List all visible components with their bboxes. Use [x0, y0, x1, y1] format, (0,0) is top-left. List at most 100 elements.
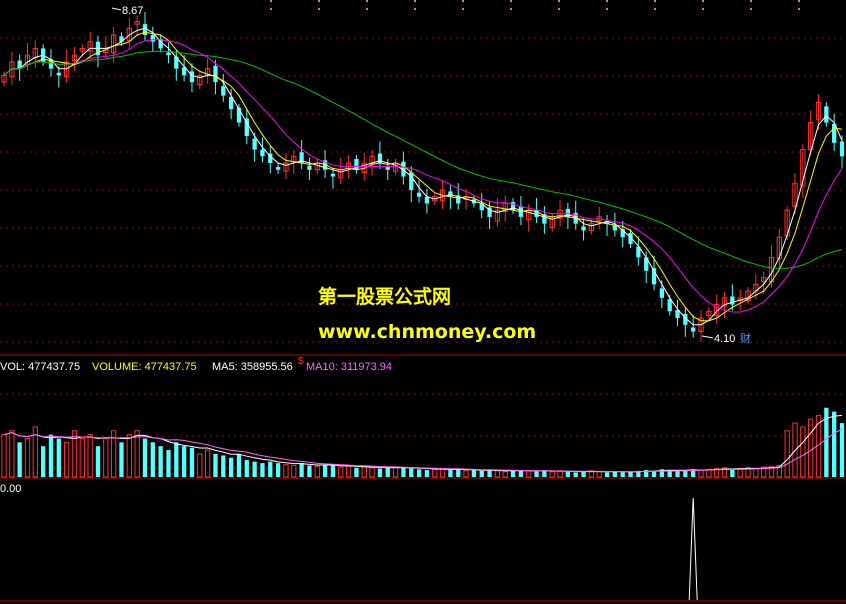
grid-marker: [510, 8, 512, 10]
volume-bar-down: [228, 457, 234, 477]
volume-bar-up: [103, 438, 109, 478]
volume-bar-down: [275, 463, 281, 477]
volume-bar-down: [330, 465, 336, 477]
volume-bar-down: [839, 423, 845, 477]
volume-bar-down: [409, 468, 414, 477]
candle-down: [221, 86, 226, 96]
volume-bar-down: [322, 464, 328, 477]
volume-bar-down: [95, 446, 101, 477]
volume-bar-up: [432, 468, 438, 478]
ma10-label: MA10: 311973.94: [306, 361, 392, 373]
watermark-title: 第一股票公式网: [318, 285, 451, 308]
volume-bar-up: [314, 465, 320, 478]
low-pointer: [701, 335, 714, 339]
candle-down: [213, 65, 218, 83]
volume-bar-up: [439, 468, 446, 478]
volume-bar-down: [424, 470, 430, 477]
grid-marker: [654, 8, 656, 10]
candle-down: [260, 149, 265, 157]
volume-bar-down: [456, 469, 461, 477]
candle-down: [244, 118, 249, 137]
candle-down: [385, 167, 390, 170]
volume-bar-down: [573, 472, 578, 477]
volume-bar-down: [385, 467, 390, 477]
volume-bar-down: [268, 461, 273, 477]
grid-marker: [606, 0, 608, 2]
candle-down: [56, 72, 61, 76]
indicator-spike: [688, 497, 698, 601]
candle-down: [330, 173, 336, 177]
candle-down: [659, 288, 665, 298]
volume-bar-down: [730, 469, 735, 477]
candle-down: [510, 202, 516, 211]
volume-bar-down: [832, 411, 837, 477]
volume-bar-down: [307, 465, 312, 477]
candle-down: [252, 138, 257, 150]
volume-bar-down: [41, 446, 46, 477]
candle-down: [307, 165, 312, 170]
candle-down: [667, 299, 672, 312]
volume-bar-up: [494, 470, 501, 478]
grid-marker: [414, 0, 416, 2]
indicator-panel: [688, 497, 698, 601]
grid-marker: [462, 8, 464, 10]
candle-down: [730, 296, 735, 305]
volume-bar-down: [628, 471, 633, 477]
grid-marker: [750, 0, 752, 2]
volume-ma-line: [3, 414, 843, 473]
ma-line: [3, 27, 843, 326]
candle-down: [275, 167, 281, 170]
candle-down: [166, 52, 171, 56]
grid-marker: [510, 0, 512, 2]
volume-panel: [1, 407, 845, 478]
volume-bar-down: [448, 470, 453, 477]
volume-bar-down: [244, 460, 249, 477]
volume-bar-down: [479, 470, 484, 477]
volume-bar-up: [698, 469, 704, 478]
grid-marker: [606, 8, 608, 10]
volume-bar-down: [17, 442, 22, 477]
volume-bar-up: [79, 438, 85, 478]
volume-bar-down: [401, 467, 406, 477]
candle-down: [424, 196, 430, 204]
volume-bar-up: [204, 449, 211, 478]
volume-ma-line: [3, 428, 843, 473]
volume-bar-up: [808, 418, 814, 478]
grid-marker: [318, 8, 320, 10]
volume-bar-down: [221, 455, 226, 477]
volume-bar-down: [174, 442, 179, 477]
volume-bar-down: [612, 471, 618, 477]
indicator-label: 0.00: [0, 483, 21, 495]
volume-bar-up: [800, 426, 806, 478]
volume-bar-down: [181, 446, 187, 477]
chart-canvas: 8.67 4.10 财 $ 第一股票公式网 www.chnmoney.com V…: [0, 0, 846, 602]
volume-bar-up: [463, 470, 469, 478]
volume-bar-up: [502, 471, 508, 478]
candle-down: [174, 56, 179, 69]
grid-marker: [318, 0, 320, 2]
event-marker-bottom: $: [298, 356, 304, 367]
grid-marker: [462, 0, 464, 2]
stock-chart: 8.67 4.10 财 $ 第一股票公式网 www.chnmoney.com V…: [0, 0, 846, 604]
candle-down: [565, 208, 571, 217]
volume-bar-down: [299, 463, 304, 477]
volume-bar-down: [119, 442, 124, 477]
grid-marker: [270, 8, 272, 10]
volume-bar-down: [166, 450, 171, 477]
volume-bar-down: [213, 453, 218, 477]
volume-bar-down: [252, 461, 257, 477]
candle-down: [581, 226, 586, 231]
volume-bar-up: [87, 434, 93, 478]
volume-bar-down: [236, 453, 242, 477]
volume-bar-down: [542, 470, 547, 477]
grid-marker: [270, 0, 272, 2]
ma-line: [3, 39, 843, 313]
ma-line: [3, 50, 843, 269]
volume-bar-down: [675, 470, 680, 477]
volume-bar-up: [126, 434, 132, 478]
grid-marker: [702, 0, 704, 2]
grid-marker: [366, 0, 368, 2]
grid-marker: [750, 8, 752, 10]
event-marker: 财: [740, 331, 751, 345]
high-pointer: [111, 7, 122, 11]
